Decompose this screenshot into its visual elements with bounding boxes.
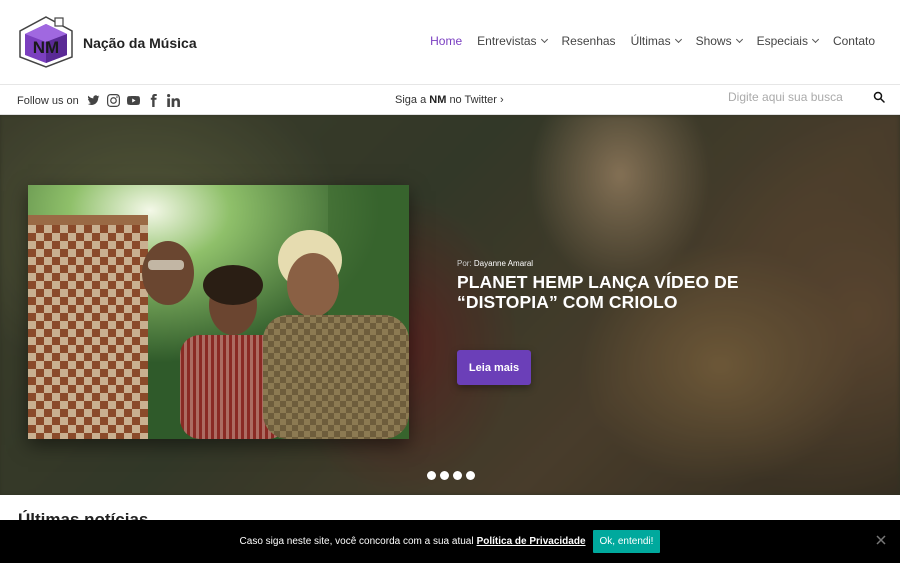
- social-links: [87, 94, 180, 107]
- site-logo[interactable]: NM: [17, 15, 75, 69]
- chevron-down-icon: [674, 35, 682, 44]
- search-icon[interactable]: [873, 91, 885, 103]
- close-icon[interactable]: [875, 534, 887, 546]
- chevron-down-icon: [735, 35, 743, 44]
- nav-especiais[interactable]: Especiais: [756, 34, 820, 48]
- nav-entrevistas-label: Entrevistas: [477, 34, 537, 48]
- nav-shows[interactable]: Shows: [695, 34, 743, 48]
- cookie-banner: Caso siga neste site, você concorda com …: [0, 520, 900, 563]
- site-header: NM Nação da Música Home Entrevistas Rese…: [0, 0, 900, 85]
- twitter-cta-suffix: no Twitter: [449, 94, 497, 106]
- slider-dot-2[interactable]: [440, 471, 449, 480]
- youtube-icon[interactable]: [126, 94, 140, 107]
- slider-dot-1[interactable]: [427, 471, 436, 480]
- nav-home[interactable]: Home: [430, 34, 462, 48]
- nav-shows-label: Shows: [695, 34, 732, 48]
- social-bar: Follow us on Siga a NM no Twitter ›: [0, 85, 900, 115]
- hero-slider: Por: Dayanne Amaral PLANET HEMP LANÇA VÍ…: [0, 115, 900, 495]
- follow-us: Follow us on: [17, 94, 180, 107]
- chevron-down-icon: [540, 35, 548, 44]
- privacy-policy-link[interactable]: Política de Privacidade: [477, 536, 586, 547]
- cookie-text: Caso siga neste site, você concorda com …: [239, 536, 474, 547]
- hero-photo[interactable]: [28, 185, 409, 439]
- nav-contato-label: Contato: [832, 34, 875, 48]
- cookie-accept-button[interactable]: Ok, entendi!: [592, 530, 661, 553]
- search-box: [728, 90, 885, 104]
- read-more-button[interactable]: Leia mais: [457, 350, 531, 385]
- twitter-icon[interactable]: [87, 94, 100, 107]
- linkedin-icon[interactable]: [166, 94, 180, 107]
- byline-prefix: Por:: [457, 259, 472, 268]
- instagram-icon[interactable]: [106, 94, 120, 107]
- twitter-cta-prefix: Siga a: [395, 94, 427, 106]
- nav-ultimas-label: Últimas: [630, 34, 671, 48]
- nav-resenhas[interactable]: Resenhas: [562, 34, 616, 48]
- logo-text: NM: [33, 38, 59, 57]
- slider-dots: [427, 471, 475, 480]
- byline: Por: Dayanne Amaral: [457, 259, 757, 268]
- facebook-icon[interactable]: [147, 94, 160, 107]
- slider-dot-3[interactable]: [453, 471, 462, 480]
- search-input[interactable]: [728, 90, 853, 104]
- nav-home-label: Home: [430, 34, 463, 48]
- site-name[interactable]: Nação da Música: [83, 35, 197, 51]
- nav-especiais-label: Especiais: [756, 34, 808, 48]
- hero-title[interactable]: PLANET HEMP LANÇA VÍDEO DE “DISTOPIA” CO…: [457, 272, 757, 313]
- nav-entrevistas[interactable]: Entrevistas: [477, 34, 548, 48]
- twitter-cta-brand: NM: [429, 94, 447, 106]
- slider-dot-4[interactable]: [466, 471, 475, 480]
- follow-label: Follow us on: [17, 94, 79, 107]
- twitter-follow-link[interactable]: Siga a NM no Twitter ›: [395, 94, 504, 106]
- nav-ultimas[interactable]: Últimas: [630, 34, 682, 48]
- chevron-down-icon: [811, 35, 820, 44]
- nav-contato[interactable]: Contato: [833, 34, 875, 48]
- nav-resenhas-label: Resenhas: [561, 34, 616, 48]
- hero-caption: Por: Dayanne Amaral PLANET HEMP LANÇA VÍ…: [457, 259, 757, 313]
- main-nav: Home Entrevistas Resenhas Últimas Shows …: [430, 34, 875, 48]
- author-name[interactable]: Dayanne Amaral: [474, 259, 533, 268]
- chevron-right-icon: ›: [500, 94, 504, 106]
